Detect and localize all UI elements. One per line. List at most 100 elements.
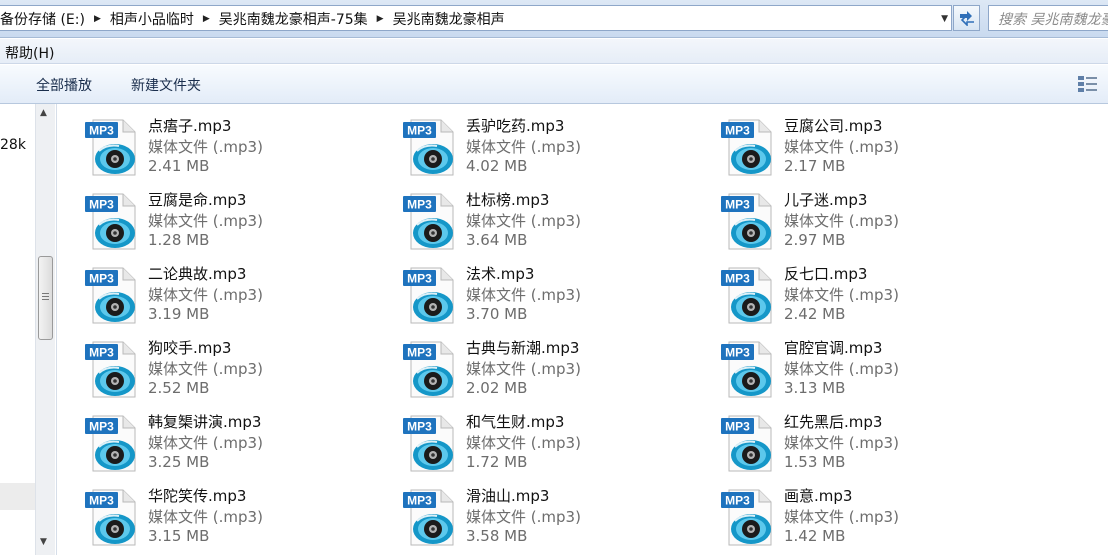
file-item[interactable]: MP3 古典与新潮.mp3 媒体文件 (.mp3) 2.02 MB: [376, 329, 676, 398]
mp3-file-icon: MP3: [403, 267, 454, 324]
file-name: 豆腐是命.mp3: [148, 191, 247, 209]
file-name: 杜标榜.mp3: [466, 191, 550, 209]
menu-help[interactable]: 帮助(H): [5, 43, 54, 63]
file-list: MP3 点痦子.mp3 媒体文件 (.mp3) 2.41 MB MP3 丢驴吃药…: [58, 104, 1108, 555]
breadcrumb-arrow-icon[interactable]: ▶: [372, 14, 389, 24]
file-size: 2.42 MB: [784, 305, 846, 323]
file-item[interactable]: MP3 豆腐公司.mp3 媒体文件 (.mp3) 2.17 MB: [694, 107, 994, 176]
svg-text:MP3: MP3: [407, 272, 432, 286]
breadcrumb-arrow-icon[interactable]: ▶: [198, 14, 215, 24]
svg-text:MP3: MP3: [725, 124, 750, 138]
breadcrumb-drive[interactable]: 备份存储 (E:): [0, 9, 89, 29]
file-size: 3.58 MB: [466, 527, 528, 545]
mp3-file-icon: MP3: [403, 415, 454, 472]
scroll-thumb[interactable]: [38, 256, 53, 340]
file-size: 3.64 MB: [466, 231, 528, 249]
nav-selected-item[interactable]: [0, 483, 35, 510]
file-size: 3.25 MB: [148, 453, 210, 471]
svg-text:MP3: MP3: [89, 420, 114, 434]
file-type: 媒体文件 (.mp3): [784, 286, 899, 304]
refresh-button[interactable]: [953, 5, 980, 31]
file-name: 儿子迷.mp3: [784, 191, 868, 209]
svg-text:MP3: MP3: [407, 198, 432, 212]
file-name: 点痦子.mp3: [148, 117, 232, 135]
breadcrumb-folder[interactable]: 吴兆南魏龙豪相声-75集: [215, 9, 372, 29]
nav-scrollbar[interactable]: ▲ ▼: [35, 104, 55, 555]
file-item[interactable]: MP3 杜标榜.mp3 媒体文件 (.mp3) 3.64 MB: [376, 181, 676, 250]
menu-bar: 帮助(H): [0, 39, 1108, 64]
refresh-icon: [959, 11, 974, 26]
file-type: 媒体文件 (.mp3): [148, 360, 263, 378]
command-bar: 全部播放 新建文件夹: [0, 65, 1108, 104]
file-type: 媒体文件 (.mp3): [148, 286, 263, 304]
breadcrumb-current[interactable]: 吴兆南魏龙豪相声: [389, 9, 509, 29]
file-type: 媒体文件 (.mp3): [466, 508, 581, 526]
file-name: 反七口.mp3: [784, 265, 868, 283]
file-type: 媒体文件 (.mp3): [466, 360, 581, 378]
file-item[interactable]: MP3 丢驴吃药.mp3 媒体文件 (.mp3) 4.02 MB: [376, 107, 676, 176]
file-name: 豆腐公司.mp3: [784, 117, 883, 135]
file-name: 官腔官调.mp3: [784, 339, 883, 357]
file-name: 滑油山.mp3: [466, 487, 550, 505]
file-size: 3.13 MB: [784, 379, 846, 397]
file-item[interactable]: MP3 点痦子.mp3 媒体文件 (.mp3) 2.41 MB: [58, 107, 358, 176]
file-name: 画意.mp3: [784, 487, 853, 505]
file-name: 法术.mp3: [466, 265, 535, 283]
file-item[interactable]: MP3 画意.mp3 媒体文件 (.mp3) 1.42 MB: [694, 477, 994, 546]
svg-text:MP3: MP3: [407, 494, 432, 508]
mp3-file-icon: MP3: [85, 489, 136, 546]
mp3-file-icon: MP3: [721, 193, 772, 250]
file-item[interactable]: MP3 韩复榘讲演.mp3 媒体文件 (.mp3) 3.25 MB: [58, 403, 358, 472]
mp3-file-icon: MP3: [403, 489, 454, 546]
nav-item-fragment[interactable]: 28k: [0, 137, 26, 153]
file-type: 媒体文件 (.mp3): [466, 286, 581, 304]
file-item[interactable]: MP3 和气生财.mp3 媒体文件 (.mp3) 1.72 MB: [376, 403, 676, 472]
address-dropdown-icon[interactable]: ▼: [941, 14, 948, 24]
file-item[interactable]: MP3 法术.mp3 媒体文件 (.mp3) 3.70 MB: [376, 255, 676, 324]
mp3-file-icon: MP3: [721, 415, 772, 472]
play-all-button[interactable]: 全部播放: [36, 75, 92, 95]
file-name: 丢驴吃药.mp3: [466, 117, 565, 135]
mp3-file-icon: MP3: [721, 119, 772, 176]
mp3-file-icon: MP3: [85, 341, 136, 398]
file-type: 媒体文件 (.mp3): [466, 138, 581, 156]
file-size: 3.19 MB: [148, 305, 210, 323]
file-size: 2.17 MB: [784, 157, 846, 175]
file-type: 媒体文件 (.mp3): [466, 434, 581, 452]
file-name: 和气生财.mp3: [466, 413, 565, 431]
search-input[interactable]: 搜索 吴兆南魏龙豪相声: [988, 5, 1108, 31]
mp3-file-icon: MP3: [403, 119, 454, 176]
mp3-file-icon: MP3: [721, 341, 772, 398]
file-item[interactable]: MP3 华陀笑传.mp3 媒体文件 (.mp3) 3.15 MB: [58, 477, 358, 546]
file-type: 媒体文件 (.mp3): [148, 212, 263, 230]
file-item[interactable]: MP3 豆腐是命.mp3 媒体文件 (.mp3) 1.28 MB: [58, 181, 358, 250]
svg-text:MP3: MP3: [89, 494, 114, 508]
view-options-icon[interactable]: [1077, 74, 1099, 94]
breadcrumb[interactable]: 备份存储 (E:) ▶ 相声小品临时 ▶ 吴兆南魏龙豪相声-75集 ▶ 吴兆南魏…: [0, 5, 952, 31]
file-item[interactable]: MP3 反七口.mp3 媒体文件 (.mp3) 2.42 MB: [694, 255, 994, 324]
svg-text:MP3: MP3: [89, 198, 114, 212]
breadcrumb-folder[interactable]: 相声小品临时: [106, 9, 198, 29]
mp3-file-icon: MP3: [85, 267, 136, 324]
navigation-pane: 28k ▲ ▼: [0, 104, 57, 555]
file-name: 古典与新潮.mp3: [466, 339, 580, 357]
scroll-down-icon[interactable]: ▼: [40, 537, 47, 547]
file-size: 1.42 MB: [784, 527, 846, 545]
file-type: 媒体文件 (.mp3): [784, 360, 899, 378]
new-folder-button[interactable]: 新建文件夹: [131, 75, 201, 95]
mp3-file-icon: MP3: [85, 119, 136, 176]
breadcrumb-arrow-icon[interactable]: ▶: [89, 14, 106, 24]
file-item[interactable]: MP3 狗咬手.mp3 媒体文件 (.mp3) 2.52 MB: [58, 329, 358, 398]
file-item[interactable]: MP3 滑油山.mp3 媒体文件 (.mp3) 3.58 MB: [376, 477, 676, 546]
svg-text:MP3: MP3: [725, 272, 750, 286]
file-type: 媒体文件 (.mp3): [784, 138, 899, 156]
mp3-file-icon: MP3: [721, 267, 772, 324]
file-size: 1.72 MB: [466, 453, 528, 471]
file-item[interactable]: MP3 二论典故.mp3 媒体文件 (.mp3) 3.19 MB: [58, 255, 358, 324]
scroll-up-icon[interactable]: ▲: [40, 108, 47, 118]
file-item[interactable]: MP3 儿子迷.mp3 媒体文件 (.mp3) 2.97 MB: [694, 181, 994, 250]
file-type: 媒体文件 (.mp3): [784, 434, 899, 452]
file-item[interactable]: MP3 官腔官调.mp3 媒体文件 (.mp3) 3.13 MB: [694, 329, 994, 398]
mp3-file-icon: MP3: [85, 193, 136, 250]
file-item[interactable]: MP3 红先黑后.mp3 媒体文件 (.mp3) 1.53 MB: [694, 403, 994, 472]
